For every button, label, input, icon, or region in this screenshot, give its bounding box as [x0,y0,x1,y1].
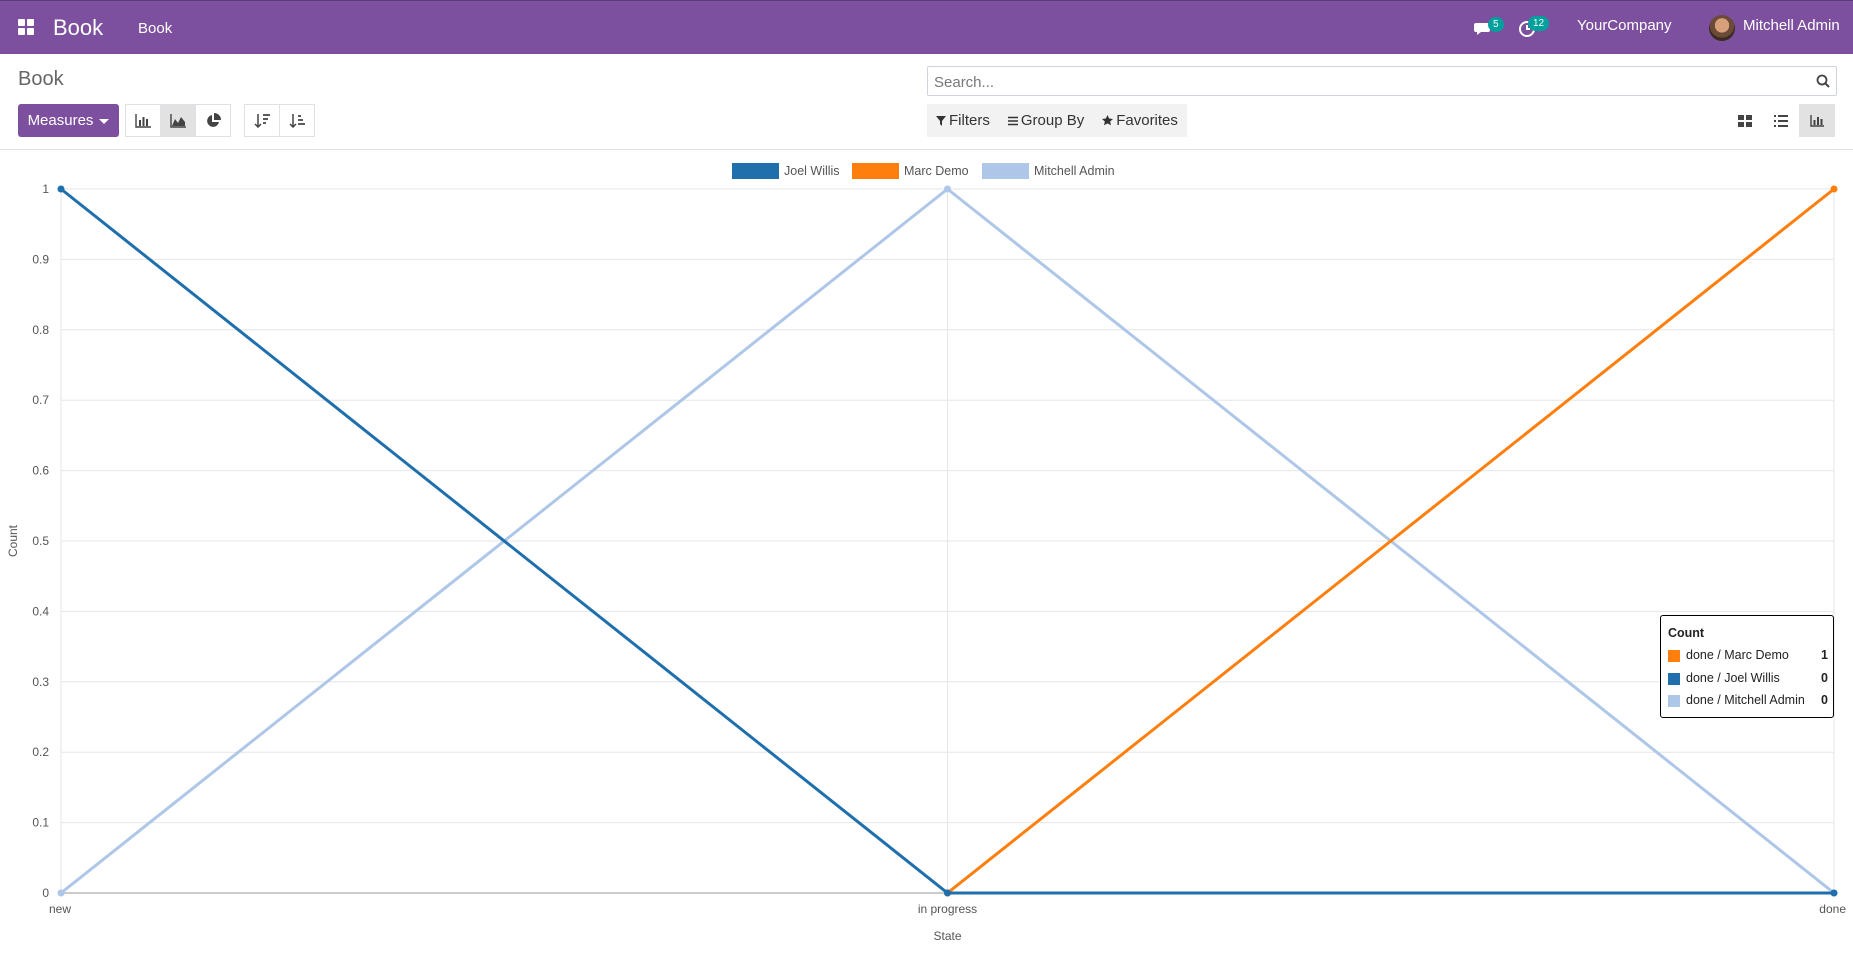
favorites-label: Favorites [1116,112,1178,129]
y-tick-label: 0.3 [32,675,49,689]
measures-label: Measures [27,112,94,129]
page-title: Book [18,68,64,90]
area-chart-icon [170,113,186,128]
search-input[interactable]: Search... [927,66,1837,96]
legend-label: Marc Demo [904,164,969,178]
y-tick-label: 0.6 [32,464,49,478]
menu-item-book[interactable]: Book [138,20,172,37]
bar-chart-button[interactable] [125,104,161,137]
filters-label: Filters [949,112,990,129]
x-tick-label: new [49,902,71,916]
app-name[interactable]: Book [53,15,103,41]
tooltip-value: 1 [1821,648,1828,662]
x-axis-title: State [933,929,961,943]
star-icon [1102,115,1114,126]
sort-ascending-icon [289,113,305,128]
tooltip-label: done / Marc Demo [1686,648,1789,662]
legend-swatch [852,163,899,179]
pie-chart-icon [207,112,221,127]
groupby-dropdown[interactable]: Group By [999,112,1093,129]
tooltip-label: done / Mitchell Admin [1686,693,1805,707]
data-point [944,185,951,193]
tooltip-row: done / Mitchell Admin 0 [1668,693,1828,709]
data-point [57,185,65,193]
chart-tooltip: Count done / Marc Demo 1 done / Joel Wil… [1660,615,1834,718]
search-options-bar: Filters Group By Favorites [927,104,1187,137]
line-chart-button[interactable] [160,104,196,137]
kanban-icon [1738,114,1752,127]
tooltip-title: Count [1668,626,1705,640]
tooltip-value: 0 [1821,693,1828,707]
data-point [1830,889,1838,897]
tooltip-swatch [1668,695,1680,707]
y-tick-label: 0.7 [32,393,49,407]
top-navbar: Book Book 5 12 YourCompany Mitchell Admi… [0,0,1853,54]
y-tick-label: 0.4 [32,604,49,618]
y-tick-label: 1 [42,182,49,196]
tooltip-row: done / Marc Demo 1 [1668,648,1828,664]
y-tick-label: 0.5 [32,534,49,548]
graph-icon [1810,114,1824,127]
sort-descending-icon [254,113,270,128]
sort-group [244,104,315,137]
data-point [944,889,951,897]
chart-type-group [125,104,231,137]
y-tick-label: 0.2 [32,745,49,759]
tooltip-swatch [1668,650,1680,662]
line-chart: 0 0.1 0.2 0.3 0.4 0.5 0.6 0.7 0.8 0.9 1 new in progr… [6,163,1846,943]
data-point [1830,185,1838,193]
data-point [57,889,65,897]
tooltip-swatch [1668,673,1680,685]
favorites-dropdown[interactable]: Favorites [1093,112,1187,129]
filters-dropdown[interactable]: Filters [927,112,999,129]
bars-icon [1007,116,1018,125]
view-switcher [1727,104,1835,137]
messages-badge: 5 [1488,17,1504,32]
x-tick-label: done [1819,902,1846,916]
tooltip-value: 0 [1821,671,1828,685]
measures-button[interactable]: Measures [18,104,119,137]
tooltip-label: done / Joel Willis [1686,671,1780,685]
x-tick-label: in progress [918,902,977,916]
graph-view: 0 0.1 0.2 0.3 0.4 0.5 0.6 0.7 0.8 0.9 1 new in progr… [0,150,1853,951]
search-icon[interactable] [1816,74,1830,92]
sort-descending-button[interactable] [244,104,280,137]
list-icon [1774,114,1788,127]
apps-menu-icon[interactable] [18,19,36,37]
caret-down-icon [99,118,110,124]
tooltip-row: done / Joel Willis 0 [1668,671,1828,687]
company-switcher[interactable]: YourCompany [1577,17,1672,34]
groupby-label: Group By [1020,112,1085,129]
control-panel: Book Measures Search... Filters Group By… [0,54,1853,150]
legend-swatch [732,163,779,179]
user-avatar[interactable] [1709,15,1735,41]
y-tick-label: 0.1 [32,816,49,830]
activities-badge: 12 [1528,16,1550,31]
filter-icon [936,115,946,126]
legend-swatch [982,163,1029,179]
y-axis-title: Count [6,524,20,557]
pie-chart-button[interactable] [195,104,231,137]
user-menu[interactable]: Mitchell Admin [1743,17,1840,34]
y-tick-label: 0.8 [32,323,49,337]
list-view-button[interactable] [1763,104,1799,137]
sort-ascending-button[interactable] [279,104,315,137]
search-placeholder: Search... [934,74,995,91]
kanban-view-button[interactable] [1727,104,1763,137]
y-tick-label: 0 [42,886,49,900]
legend-label: Joel Willis [784,164,840,178]
bar-chart-icon [135,113,151,128]
graph-view-button[interactable] [1799,104,1835,137]
y-tick-label: 0.9 [32,252,49,266]
legend-label: Mitchell Admin [1034,164,1115,178]
